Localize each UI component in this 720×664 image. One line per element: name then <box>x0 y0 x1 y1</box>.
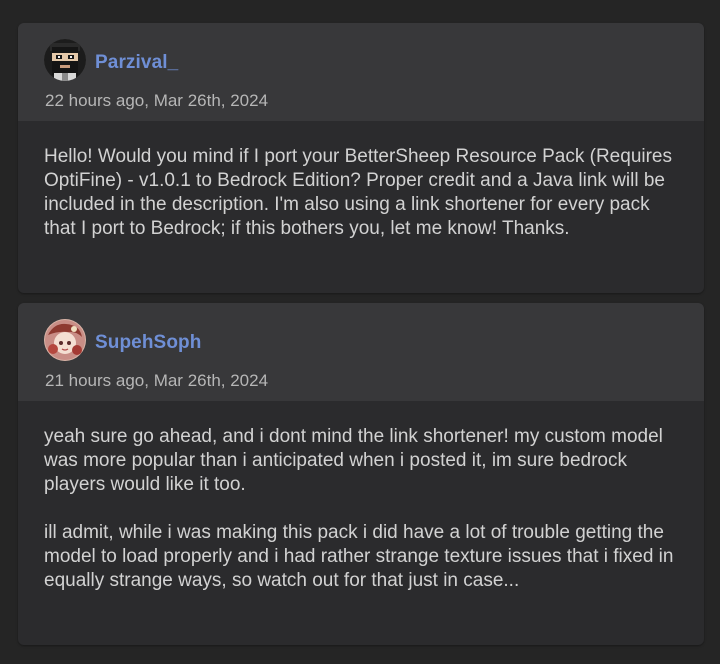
comment-author-link[interactable]: Parzival_ <box>95 52 178 74</box>
anime-character-avatar <box>44 319 86 361</box>
comment-paragraph: Hello! Would you mind if I port your Bet… <box>44 146 673 239</box>
comment-header: Parzival_ 22 hours ago, Mar 26th, 2024 <box>18 23 704 121</box>
comment-author-link[interactable]: SupehSoph <box>95 332 201 354</box>
user-avatar-icon[interactable] <box>44 319 86 361</box>
comment-timestamp: 21 hours ago, Mar 26th, 2024 <box>45 371 269 390</box>
comment-paragraph: ill admit, while i was making this pack … <box>44 522 674 591</box>
comment-body: Hello! Would you mind if I port your Bet… <box>18 121 704 265</box>
comment-card: SupehSoph 21 hours ago, Mar 26th, 2024 y… <box>18 303 704 645</box>
comment-timestamp: 22 hours ago, Mar 26th, 2024 <box>45 91 269 110</box>
comment-card: Parzival_ 22 hours ago, Mar 26th, 2024 H… <box>18 23 704 293</box>
comment-paragraph: yeah sure go ahead, and i dont mind the … <box>44 426 663 495</box>
comment-header: SupehSoph 21 hours ago, Mar 26th, 2024 <box>18 303 704 401</box>
user-avatar-icon[interactable] <box>44 39 86 81</box>
pixel-bearded-man-avatar <box>44 39 86 81</box>
comment-body: yeah sure go ahead, and i dont mind the … <box>18 401 704 617</box>
